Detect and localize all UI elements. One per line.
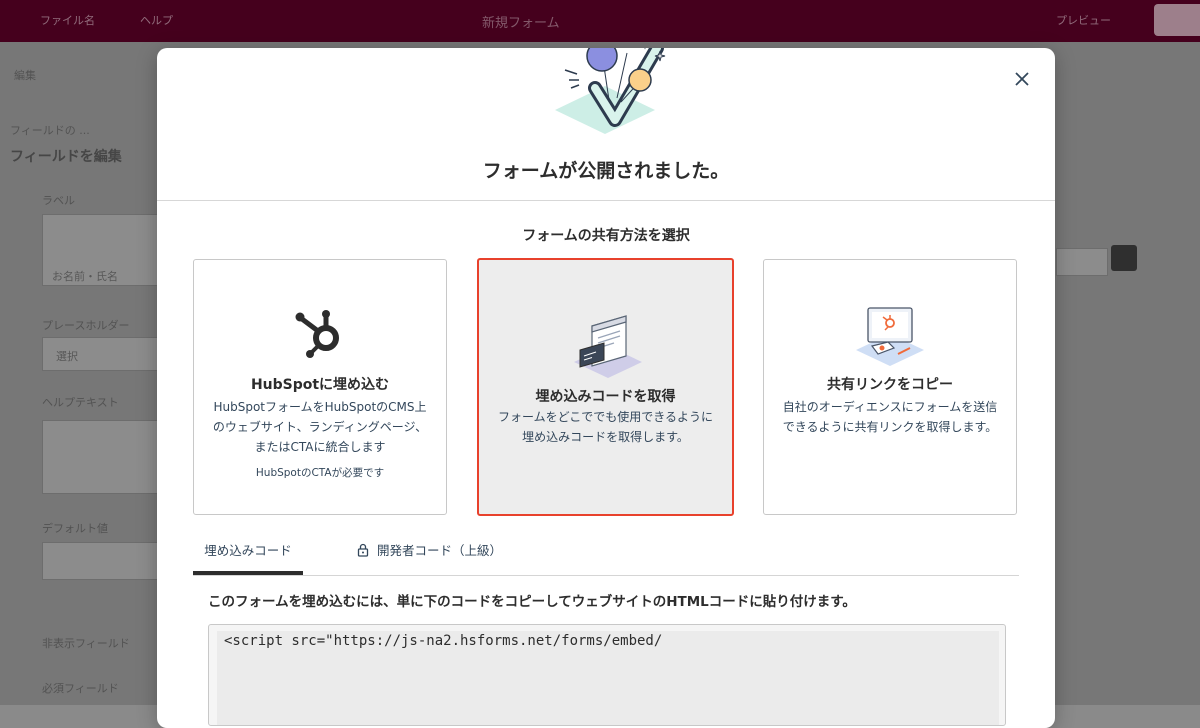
topbar-nav-file[interactable]: ファイル名	[40, 12, 95, 28]
embed-code-text[interactable]: <script src="https://js-na2.hsforms.net/…	[224, 633, 662, 649]
left-panel-footer-2[interactable]: 必須フィールド	[42, 680, 119, 696]
tab-developer-code[interactable]: 開発者コード（上級）	[357, 538, 507, 574]
tab-label: 埋め込みコード	[204, 543, 292, 558]
hubspot-sprocket-icon	[295, 310, 339, 358]
left-panel-label-2: プレースホルダー	[42, 319, 130, 332]
left-panel-label-3: ヘルプテキスト	[42, 396, 119, 409]
card-note: HubSpotのCTAが必要です	[255, 467, 385, 479]
close-icon[interactable]	[1011, 68, 1033, 90]
left-panel-label-4: デフォルト値	[42, 522, 108, 535]
left-panel-header: 編集	[14, 69, 36, 82]
card-description: 自社のオーディエンスにフォームを送信できるように共有リンクを取得します。	[782, 400, 998, 434]
topbar-preview[interactable]: プレビュー	[1056, 12, 1111, 28]
bg-color-swatch[interactable]	[1111, 245, 1137, 271]
modal-divider	[157, 200, 1055, 201]
card-get-embed-code[interactable]: 埋め込みコードを取得 フォームをどこででも使用できるように埋め込みコードを取得し…	[477, 258, 734, 516]
bg-label-value: お名前・氏名	[52, 270, 118, 283]
share-method-subtitle: フォームの共有方法を選択	[522, 228, 690, 244]
publish-modal: フォームが公開されました。 フォームの共有方法を選択 HubSpotに埋め込む …	[157, 48, 1055, 728]
card-title: 埋め込みコードを取得	[535, 389, 676, 405]
left-panel-label-1: ラベル	[42, 194, 75, 207]
card-title: 共有リンクをコピー	[827, 377, 953, 393]
lock-icon	[357, 543, 369, 557]
modal-title: フォームが公開されました。	[482, 160, 730, 182]
bg-select-value: 選択	[56, 350, 78, 363]
tab-embed-code[interactable]: 埋め込みコード	[193, 538, 303, 575]
left-panel-title: フィールドを編集	[10, 149, 122, 165]
card-description: フォームをどこででも使用できるように埋め込みコードを取得します。	[497, 410, 714, 444]
tab-label: 開発者コード（上級）	[377, 543, 503, 558]
card-title: HubSpotに埋め込む	[250, 377, 390, 393]
left-panel-breadcrumb[interactable]: フィールドの ...	[10, 122, 90, 138]
bg-right-input[interactable]	[1056, 248, 1108, 276]
card-embed-hubspot[interactable]: HubSpotに埋め込む HubSpotフォームをHubSpotのCMS上のウェ…	[193, 259, 447, 515]
card-description: HubSpotフォームをHubSpotのCMS上のウェブサイト、ランディングペー…	[212, 400, 428, 454]
card-copy-share-link[interactable]: 共有リンクをコピー 自社のオーディエンスにフォームを送信できるように共有リンクを…	[763, 259, 1017, 515]
balloons-checkmark-illustration	[555, 48, 666, 134]
embed-code-window-icon	[573, 315, 642, 378]
app-topbar: ファイル名 ヘルプ 新規フォーム プレビュー	[0, 0, 1200, 42]
embed-instructions: このフォームを埋め込むには、単に下のコードをコピーしてウェブサイトのHTMLコー…	[208, 594, 856, 610]
topbar-nav-help[interactable]: ヘルプ	[140, 12, 173, 28]
share-link-monitor-icon	[856, 307, 924, 366]
embed-code-box[interactable]: <script src="https://js-na2.hsforms.net/…	[208, 624, 1006, 726]
topbar-publish-button[interactable]	[1154, 4, 1200, 36]
left-panel-footer-1[interactable]: 非表示フィールド	[42, 635, 130, 651]
topbar-form-title[interactable]: 新規フォーム	[482, 12, 560, 31]
code-tabs: 埋め込みコード 開発者コード（上級）	[193, 538, 1019, 576]
